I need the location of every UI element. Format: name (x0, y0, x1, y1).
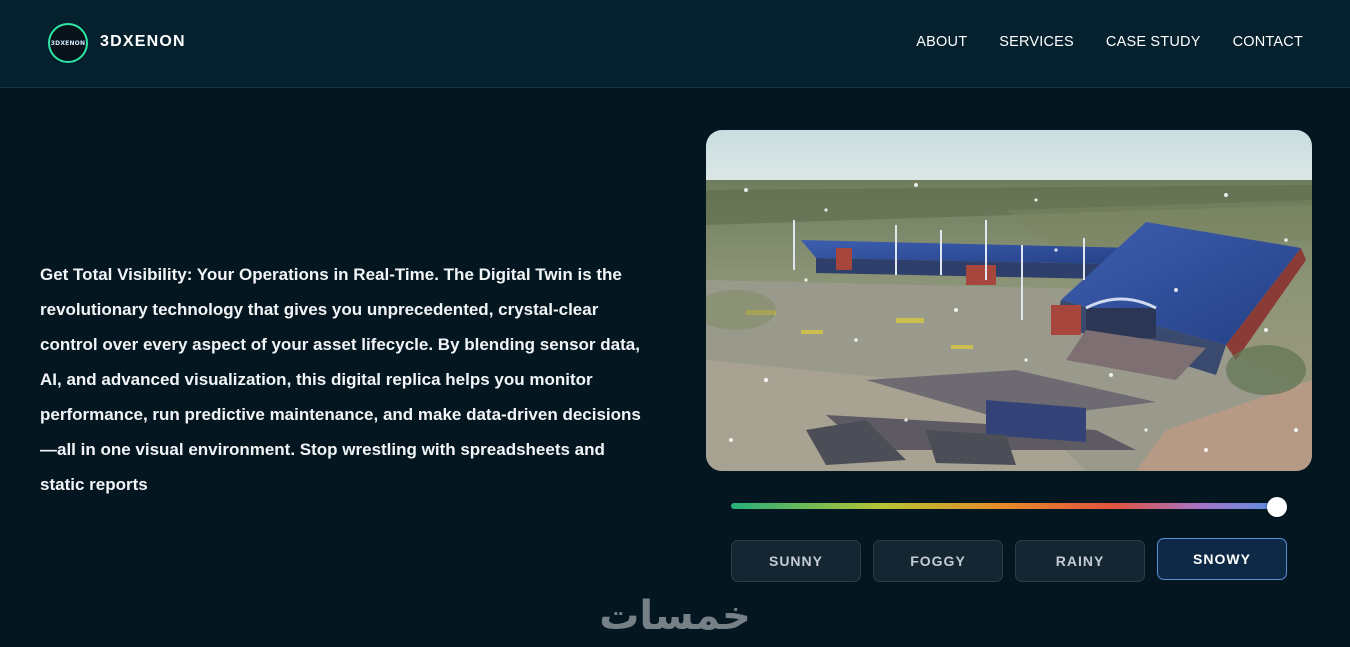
nav-about[interactable]: ABOUT (916, 34, 967, 50)
logo-text: 3DXENON (50, 39, 86, 47)
weather-button-sunny[interactable]: SUNNY (731, 540, 861, 582)
nav-services[interactable]: SERVICES (999, 34, 1074, 50)
digital-twin-scene-image (706, 130, 1312, 471)
slider-thumb[interactable] (1267, 497, 1287, 517)
weather-slider[interactable] (731, 497, 1287, 517)
site-header: 3DXENON 3DXENON ABOUT SERVICES CASE STUD… (0, 0, 1350, 88)
hero-description: Get Total Visibility: Your Operations in… (40, 265, 641, 494)
weather-buttons: SUNNY FOGGY RAINY SNOWY (731, 538, 1287, 582)
brand-name[interactable]: 3DXENON (100, 33, 186, 51)
slider-track[interactable] (731, 503, 1277, 509)
weather-button-snowy[interactable]: SNOWY (1157, 538, 1287, 580)
weather-button-rainy[interactable]: RAINY (1015, 540, 1145, 582)
main-nav: ABOUT SERVICES CASE STUDY CONTACT (916, 34, 1303, 50)
nav-contact[interactable]: CONTACT (1233, 34, 1303, 50)
weather-button-foggy[interactable]: FOGGY (873, 540, 1003, 582)
brand-logo[interactable]: 3DXENON (48, 23, 88, 63)
khamsat-watermark: خمسات (599, 593, 751, 639)
nav-case-study[interactable]: CASE STUDY (1106, 34, 1201, 50)
